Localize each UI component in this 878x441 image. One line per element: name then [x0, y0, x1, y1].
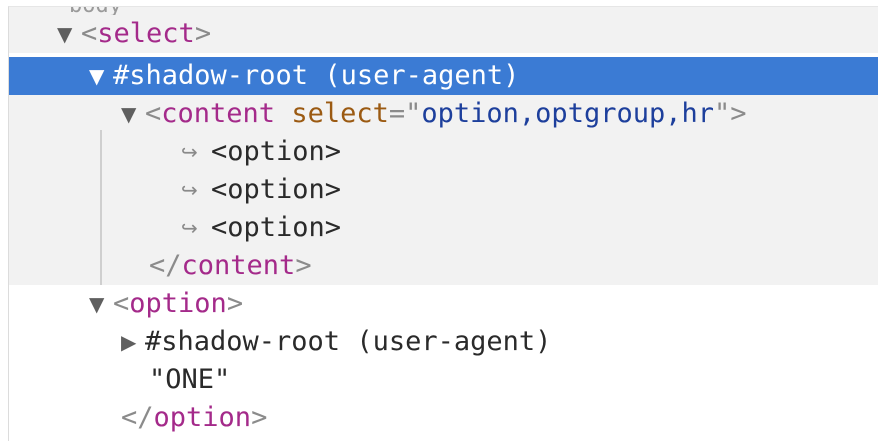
tag-name-option: option [129, 288, 227, 319]
reveal-arrow-icon: ↪ [181, 216, 198, 240]
collapsed-triangle-icon[interactable]: ▶ [121, 323, 145, 361]
shadow-root-label: #shadow-root (user-agent) [145, 326, 552, 357]
expanded-triangle-icon[interactable]: ▼ [89, 285, 113, 323]
tag-close-bracket: > [295, 250, 312, 281]
attribute-value: option,optgroup,hr [421, 98, 714, 129]
tag-open-bracket: < [113, 288, 130, 319]
reveal-option-link[interactable]: ↪ <option> [9, 171, 878, 209]
tag-name-content: content [161, 98, 276, 129]
node-option-shadow-root[interactable]: ▶ #shadow-root (user-agent) [9, 323, 878, 361]
text-node-value: "ONE" [149, 364, 231, 395]
tag-name-content: content [181, 250, 296, 281]
indent-guide [100, 130, 102, 285]
tag-open-bracket: < [81, 18, 98, 49]
node-shadow-root-selected[interactable]: ▼ #shadow-root (user-agent) [9, 57, 878, 95]
node-content[interactable]: ▼ < content select =" option,optgroup,hr " > [9, 95, 878, 133]
expanded-triangle-icon[interactable]: ▼ [89, 57, 113, 95]
reveal-option-label[interactable]: <option> [211, 133, 341, 171]
clipped-row: body [9, 7, 878, 18]
dom-tree-panel: body ▼ <select> ▼ #shadow-root (user-age… [8, 6, 878, 441]
node-select[interactable]: ▼ < select > [9, 15, 878, 53]
tag-open-bracket: </ [149, 250, 182, 281]
reveal-option-label[interactable]: <option> [211, 171, 341, 209]
attribute-equals-quote: =" [388, 98, 422, 129]
reveal-option-link[interactable]: ↪ <option> [9, 133, 878, 171]
tag-open-bracket: </ [121, 402, 154, 433]
shadow-root-label: #shadow-root (user-agent) [113, 60, 520, 91]
tag-close-bracket: > [251, 402, 268, 433]
reveal-arrow-icon: ↪ [181, 178, 198, 202]
tag-open-bracket: < [145, 98, 162, 129]
expanded-triangle-icon[interactable]: ▼ [57, 15, 81, 53]
tag-name-select: select [97, 18, 195, 49]
node-option[interactable]: ▼ < option > [9, 285, 878, 323]
reveal-arrow-icon: ↪ [181, 140, 198, 164]
reveal-option-link[interactable]: ↪ <option> [9, 209, 878, 247]
attribute-name-select: select [291, 98, 389, 129]
tag-close-bracket: > [226, 288, 244, 319]
attribute-end-quote: " [714, 98, 731, 129]
node-text-one[interactable]: "ONE" [9, 361, 878, 399]
expanded-triangle-icon[interactable]: ▼ [121, 95, 145, 133]
node-option-close[interactable]: </option > [9, 399, 878, 437]
node-content-close[interactable]: </content > [9, 247, 878, 285]
tag-close-bracket: > [730, 98, 747, 129]
reveal-option-label[interactable]: <option> [211, 209, 341, 247]
tag-name-option: option [153, 402, 252, 433]
tag-close-bracket: > [194, 18, 212, 49]
